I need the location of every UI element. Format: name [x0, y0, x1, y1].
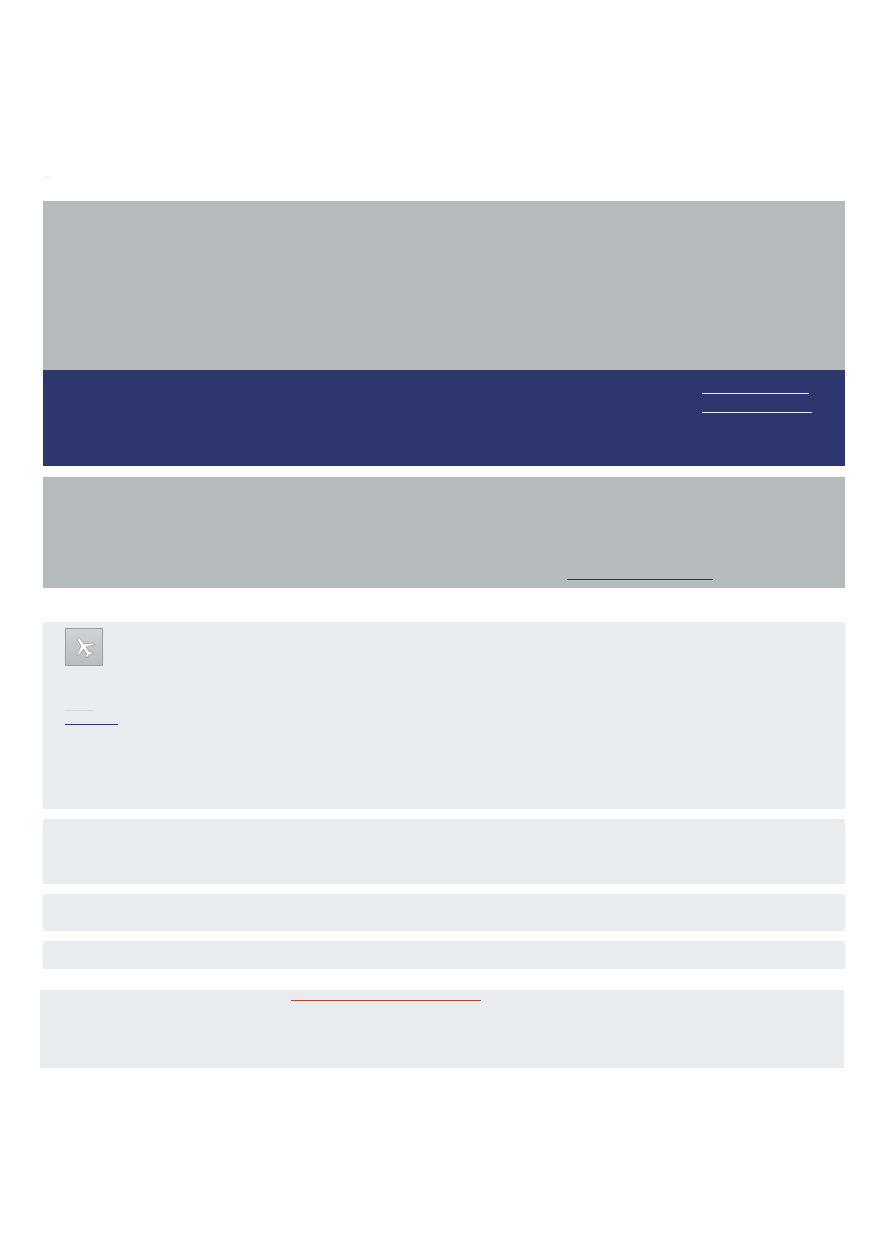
info-panel-1: [43, 819, 845, 884]
header-nav-link-1[interactable]: [702, 393, 809, 394]
panel-divider: [65, 710, 93, 711]
header-nav-link-2[interactable]: [702, 412, 812, 413]
flight-info-panel: [43, 622, 845, 809]
notice-box: [43, 477, 845, 588]
flight-panel-link[interactable]: [65, 724, 118, 725]
notice-link[interactable]: [567, 579, 713, 580]
footer-panel: [40, 990, 844, 1068]
airplane-icon: [65, 628, 103, 666]
header-banner: [43, 201, 845, 370]
top-mark: ···: [46, 174, 50, 179]
header-nav-bar: [43, 370, 845, 466]
info-panel-2: [43, 894, 845, 931]
footer-link[interactable]: [291, 1000, 481, 1001]
info-panel-3: [43, 941, 845, 969]
